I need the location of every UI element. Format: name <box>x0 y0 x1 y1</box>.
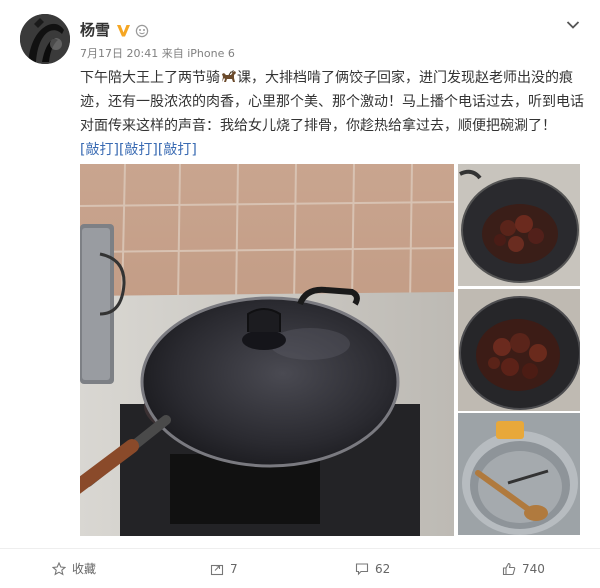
horse-emoji-icon <box>222 70 236 82</box>
post-time[interactable]: 7月17日 20:41 <box>80 47 158 60</box>
emoji-tag: [敲打] <box>157 142 197 158</box>
comment-icon <box>355 563 369 576</box>
member-badge-icon[interactable] <box>135 24 149 38</box>
author-avatar[interactable] <box>20 14 70 64</box>
weibo-post-card: 杨雪 7月17日 20:41 来自 iPhone 6 下午陪大王上了两节骑 课，… <box>0 0 600 588</box>
author-name[interactable]: 杨雪 <box>80 20 110 40</box>
photo-side-2[interactable] <box>458 289 580 411</box>
chevron-down-icon[interactable] <box>566 20 580 30</box>
repost-button[interactable]: 7 <box>210 549 238 588</box>
post-action-bar: 收藏 7 62 740 <box>0 548 600 588</box>
comment-button[interactable]: 62 <box>355 549 390 588</box>
post-meta: 7月17日 20:41 来自 iPhone 6 <box>80 46 235 62</box>
photo-side-3[interactable] <box>458 413 580 535</box>
source-prefix: 来自 <box>161 47 184 60</box>
post-text-part-1: 下午陪大王上了两节骑 <box>80 70 220 86</box>
star-icon <box>52 562 66 576</box>
photo-side-1[interactable] <box>458 164 580 286</box>
repost-count: 7 <box>230 562 238 576</box>
collect-button[interactable]: 收藏 <box>52 549 96 588</box>
comment-count: 62 <box>375 562 391 576</box>
post-content: 下午陪大王上了两节骑 课，大排档啃了俩饺子回家，进门发现赵老师出没的痕迹，还有一… <box>80 66 585 162</box>
verified-v-icon <box>117 25 130 37</box>
thumbs-up-icon <box>502 562 516 576</box>
like-count: 740 <box>522 562 545 576</box>
like-button[interactable]: 740 <box>502 549 545 588</box>
emoji-tag: [敲打] <box>118 142 158 158</box>
photo-main[interactable] <box>80 164 454 536</box>
collect-label: 收藏 <box>72 562 97 576</box>
repost-icon <box>210 564 224 576</box>
post-source[interactable]: iPhone 6 <box>187 47 235 60</box>
emoji-tag: [敲打] <box>80 142 119 158</box>
